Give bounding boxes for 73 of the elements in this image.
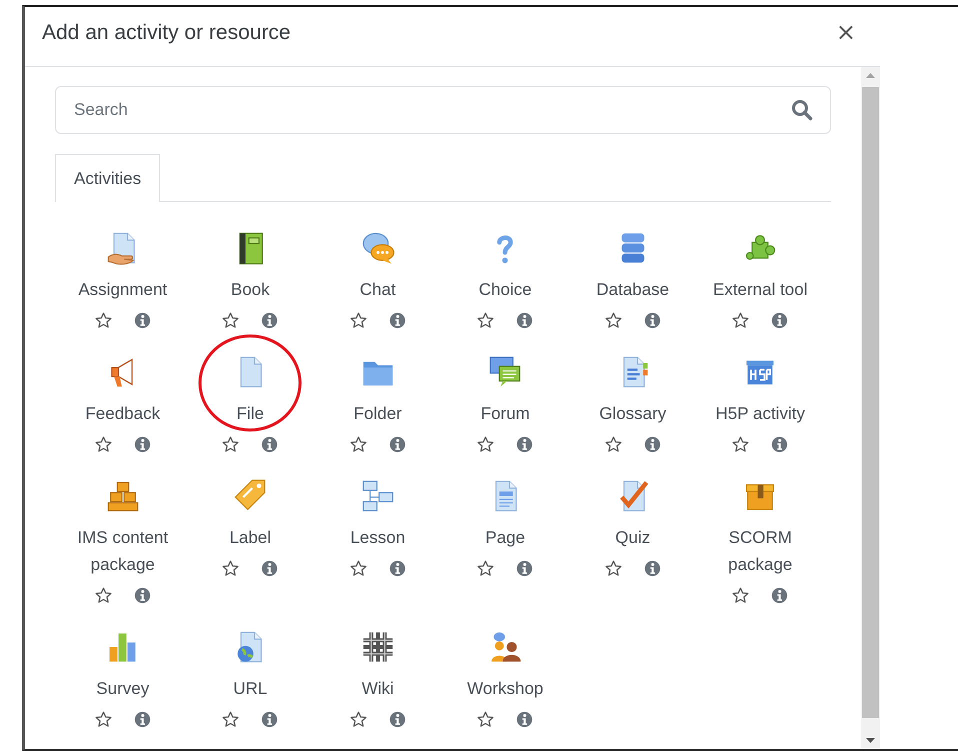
module-link[interactable]: Survey xyxy=(60,675,185,702)
module-link[interactable]: Chat xyxy=(316,276,440,303)
module-link[interactable]: External tool xyxy=(698,276,822,303)
info-icon[interactable] xyxy=(388,560,406,576)
dialog-title: Add an activity or resource xyxy=(42,20,291,44)
star-icon[interactable] xyxy=(732,436,750,452)
star-icon[interactable] xyxy=(732,586,750,604)
star-icon[interactable] xyxy=(350,436,367,452)
star-icon[interactable] xyxy=(732,312,750,328)
info-icon[interactable] xyxy=(261,710,278,728)
info-icon[interactable] xyxy=(644,436,661,452)
info-icon[interactable] xyxy=(388,312,406,328)
info-icon[interactable] xyxy=(771,586,788,604)
module-link[interactable]: H5P activity xyxy=(698,400,822,427)
module-link[interactable]: Assignment xyxy=(60,276,185,303)
info-icon[interactable] xyxy=(644,312,661,328)
close-button[interactable]: × xyxy=(832,18,860,46)
star-icon[interactable] xyxy=(350,312,367,328)
info-icon[interactable] xyxy=(771,436,788,452)
module-link[interactable]: Book xyxy=(188,276,312,303)
star-icon[interactable] xyxy=(222,710,240,728)
info-icon[interactable] xyxy=(261,560,278,576)
module-link[interactable]: Label xyxy=(188,524,312,551)
star-icon[interactable] xyxy=(477,710,494,728)
scrollbar-thumb[interactable] xyxy=(862,87,879,718)
info-icon[interactable] xyxy=(134,586,151,604)
star-icon[interactable] xyxy=(222,436,240,452)
star-icon[interactable] xyxy=(350,560,367,576)
star-icon[interactable] xyxy=(477,436,494,452)
module-link[interactable]: Database xyxy=(570,276,695,303)
search-field[interactable]: Search xyxy=(55,86,831,134)
module-link[interactable]: Forum xyxy=(443,400,568,427)
search-icon xyxy=(791,99,813,121)
info-icon[interactable] xyxy=(516,436,534,452)
info-icon[interactable] xyxy=(516,312,534,328)
star-icon[interactable] xyxy=(94,710,112,728)
module-link[interactable]: Folder xyxy=(316,400,440,427)
module-link[interactable]: Feedback xyxy=(60,400,185,427)
info-icon[interactable] xyxy=(516,560,534,576)
star-icon[interactable] xyxy=(604,436,622,452)
module-link[interactable]: IMS content package xyxy=(60,524,185,578)
module-link[interactable]: Wiki xyxy=(316,675,440,702)
module-link[interactable]: Glossary xyxy=(570,400,695,427)
star-icon[interactable] xyxy=(477,560,494,576)
info-icon[interactable] xyxy=(134,312,151,328)
star-icon[interactable] xyxy=(222,560,240,576)
module-link[interactable]: Lesson xyxy=(316,524,440,551)
star-icon[interactable] xyxy=(604,560,622,576)
info-icon[interactable] xyxy=(771,312,788,328)
module-link[interactable]: Choice xyxy=(443,276,568,303)
module-link[interactable]: URL xyxy=(188,675,312,702)
info-icon[interactable] xyxy=(644,560,661,576)
star-icon[interactable] xyxy=(477,312,494,328)
star-icon[interactable] xyxy=(222,312,240,328)
module-link[interactable]: Quiz xyxy=(570,524,695,551)
info-icon[interactable] xyxy=(134,710,151,728)
module-link[interactable]: Workshop xyxy=(443,675,568,702)
module-link[interactable]: SCORM package xyxy=(698,524,822,578)
module-link[interactable]: File xyxy=(188,400,312,427)
star-icon[interactable] xyxy=(350,710,367,728)
star-icon[interactable] xyxy=(604,312,622,328)
info-icon[interactable] xyxy=(261,312,278,328)
info-icon[interactable] xyxy=(134,436,151,452)
tab[interactable]: Activities xyxy=(55,154,160,202)
scrollbar[interactable] xyxy=(861,67,880,749)
star-icon[interactable] xyxy=(94,436,112,452)
star-icon[interactable] xyxy=(94,586,112,604)
module-link[interactable]: Page xyxy=(443,524,568,551)
info-icon[interactable] xyxy=(388,436,406,452)
info-icon[interactable] xyxy=(516,710,534,728)
info-icon[interactable] xyxy=(388,710,406,728)
info-icon[interactable] xyxy=(261,436,278,452)
star-icon[interactable] xyxy=(94,312,112,328)
